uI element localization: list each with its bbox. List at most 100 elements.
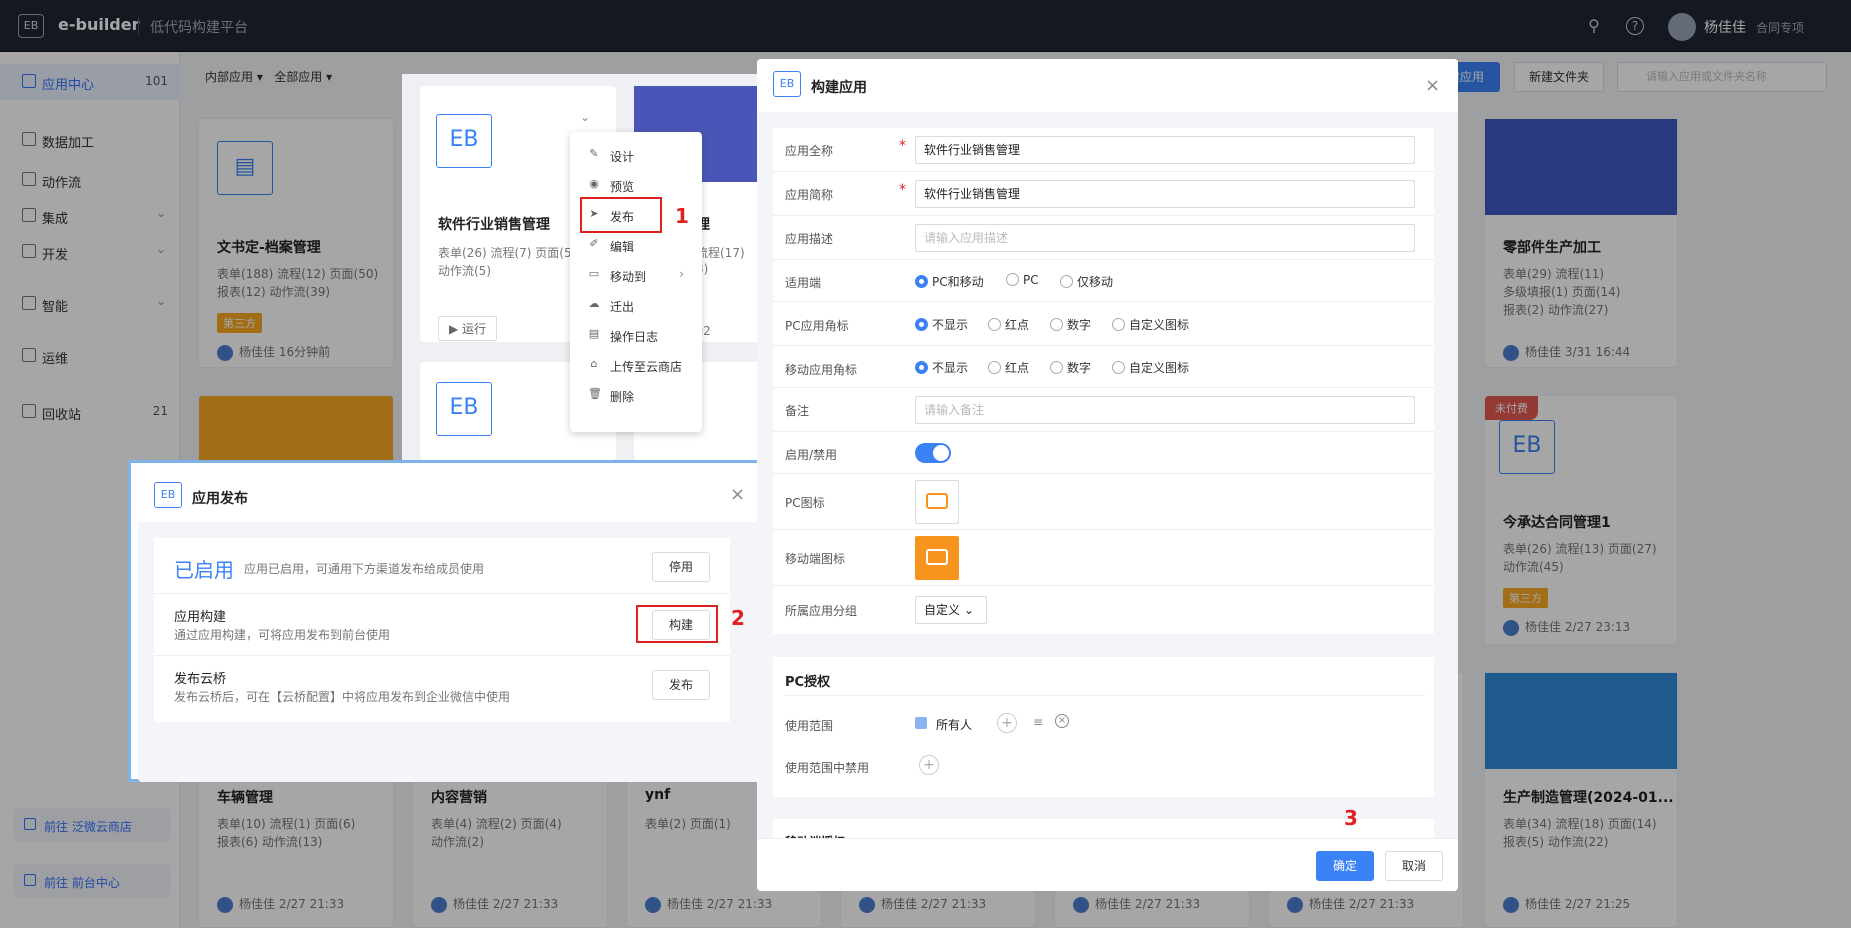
radio-dot bbox=[915, 275, 928, 288]
cloud-icon: ☁ bbox=[588, 297, 600, 310]
clear-icon[interactable]: × bbox=[1055, 714, 1069, 728]
edit-icon: ✐ bbox=[589, 237, 599, 250]
menu-item-label: 移动到 bbox=[610, 270, 647, 284]
app-window: EB e-builder 低代码构建平台 ⚲ ? 杨佳佳 合同专项 应用中心 10… bbox=[0, 0, 1851, 928]
radio-number[interactable]: 数字 bbox=[1050, 359, 1091, 376]
desc-input[interactable]: 请输入应用描述 bbox=[915, 224, 1415, 252]
publish-cloud-button[interactable]: 发布 bbox=[652, 670, 710, 700]
radio-mobile-only[interactable]: 仅移动 bbox=[1060, 273, 1113, 290]
inbox-icon bbox=[926, 549, 948, 565]
radio-pc[interactable]: PC bbox=[1006, 273, 1039, 287]
ban-label: 使用范围中禁用 bbox=[785, 761, 870, 775]
mobile-icon-picker[interactable] bbox=[915, 536, 959, 580]
menu-item-label: 编辑 bbox=[610, 240, 635, 254]
chevron-right-icon: › bbox=[679, 267, 684, 281]
context-menu: ✎ 设计 ◉ 预览 ➤ 发布 ✐ 编辑 ▭ 移动到 › ☁ 迁出 ▤ 操作日志 ⌂ 上传至云商店 … bbox=[570, 132, 702, 432]
pc-auth-panel: PC授权 使用范围 所有人 + ≡ × 使用范围中禁用 + bbox=[773, 657, 1434, 797]
full-name-input[interactable]: 软件行业销售管理 bbox=[915, 136, 1415, 164]
close-icon[interactable]: × bbox=[730, 486, 745, 504]
scope-value: 所有人 bbox=[936, 718, 973, 732]
highlight-box-build bbox=[636, 605, 718, 643]
menu-item-label: 删除 bbox=[610, 390, 635, 404]
radio-no-badge[interactable]: 不显示 bbox=[915, 316, 968, 333]
inbox-icon bbox=[926, 493, 948, 509]
app-logo: EB bbox=[154, 482, 182, 508]
run-button[interactable]: ▶ 运行 bbox=[438, 316, 498, 341]
field-label: PC应用角标 bbox=[785, 319, 849, 333]
cloud-desc: 发布云桥后，可在【云桥配置】中将应用发布到企业微信中使用 bbox=[174, 690, 511, 704]
card-meta: 流程(17) bbox=[696, 246, 745, 260]
radio-no-badge[interactable]: 不显示 bbox=[915, 359, 968, 376]
step-number-3: 3 bbox=[1344, 806, 1358, 830]
form-row-platform: 适用端 PC和移动 PC 仅移动 bbox=[773, 260, 1434, 302]
cloud-title: 发布云桥 bbox=[174, 672, 227, 687]
form-row-remark: 备注 请输入备注 bbox=[773, 388, 1434, 432]
menu-item-upload-store[interactable]: ⌂ 上传至云商店 bbox=[570, 350, 702, 380]
card-meta: 动作流(5) bbox=[438, 264, 491, 278]
step-number-1: 1 bbox=[675, 204, 689, 228]
radio-number[interactable]: 数字 bbox=[1050, 316, 1091, 333]
add-icon[interactable]: + bbox=[997, 713, 1017, 733]
radio-dot bbox=[988, 318, 1001, 331]
disable-button[interactable]: 停用 bbox=[652, 552, 710, 582]
card-title: 软件行业销售管理 bbox=[438, 217, 550, 233]
form-row-mobile-icon: 移动端图标 bbox=[773, 530, 1434, 586]
cloud-row: 发布云桥 发布云桥后，可在【云桥配置】中将应用发布到企业微信中使用 发布 bbox=[154, 656, 730, 722]
radio-custom-icon[interactable]: 自定义图标 bbox=[1112, 316, 1189, 333]
radio-dot bbox=[1112, 361, 1125, 374]
field-label: 移动端图标 bbox=[785, 552, 846, 566]
radio-red-dot[interactable]: 红点 bbox=[988, 359, 1029, 376]
build-desc: 通过应用构建，可将应用发布到前台使用 bbox=[174, 628, 391, 642]
menu-item-export[interactable]: ☁ 迁出 bbox=[570, 290, 702, 320]
menu-item-preview[interactable]: ◉ 预览 bbox=[570, 170, 702, 200]
folder-icon: ▭ bbox=[588, 267, 600, 280]
form-row-enable: 启用/禁用 bbox=[773, 432, 1434, 474]
field-label: 备注 bbox=[785, 404, 810, 418]
radio-label: 红点 bbox=[1005, 318, 1030, 332]
radio-label: 不显示 bbox=[932, 318, 969, 332]
menu-item-move[interactable]: ▭ 移动到 › bbox=[570, 260, 702, 290]
radio-red-dot[interactable]: 红点 bbox=[988, 316, 1029, 333]
field-label: 所属应用分组 bbox=[785, 604, 858, 618]
menu-item-design[interactable]: ✎ 设计 bbox=[570, 140, 702, 170]
radio-dot bbox=[1112, 318, 1125, 331]
field-label: 应用全称 bbox=[785, 144, 834, 158]
menu-item-edit[interactable]: ✐ 编辑 bbox=[570, 230, 702, 260]
menu-item-label: 迁出 bbox=[610, 300, 635, 314]
enable-toggle[interactable] bbox=[915, 443, 951, 463]
chevron-down-icon[interactable]: ⌄ bbox=[580, 110, 590, 124]
radio-label: 自定义图标 bbox=[1129, 318, 1190, 332]
radio-custom-icon[interactable]: 自定义图标 bbox=[1112, 359, 1189, 376]
dialog-title: 应用发布 bbox=[192, 491, 248, 507]
close-icon[interactable]: × bbox=[1425, 77, 1440, 95]
required-mark: * bbox=[899, 138, 906, 154]
radio-dot bbox=[1050, 318, 1063, 331]
pc-icon-picker[interactable] bbox=[915, 480, 959, 524]
menu-item-delete[interactable]: 🗑 删除 bbox=[570, 380, 702, 410]
radio-label: PC bbox=[1023, 273, 1039, 287]
run-label: 运行 bbox=[462, 322, 487, 336]
radio-dot bbox=[1006, 273, 1019, 286]
dialog-title: 构建应用 bbox=[811, 80, 867, 96]
filter-icon[interactable]: ≡ bbox=[1033, 715, 1043, 729]
dialog-footer: 确定 取消 bbox=[757, 838, 1458, 891]
form-row-desc: 应用描述 请输入应用描述 bbox=[773, 216, 1434, 260]
chevron-down-icon: ⌄ bbox=[963, 603, 974, 617]
remark-input[interactable]: 请输入备注 bbox=[915, 396, 1415, 424]
form-row-mobile-badge: 移动应用角标 不显示 红点 数字 自定义图标 bbox=[773, 346, 1434, 388]
short-name-input[interactable]: 软件行业销售管理 bbox=[915, 180, 1415, 208]
add-icon[interactable]: + bbox=[919, 755, 939, 775]
menu-item-log[interactable]: ▤ 操作日志 bbox=[570, 320, 702, 350]
radio-dot bbox=[988, 361, 1001, 374]
eye-icon: ◉ bbox=[589, 177, 599, 190]
scope-label: 使用范围 bbox=[785, 719, 834, 733]
highlight-box-publish bbox=[580, 197, 662, 233]
status-row: 已启用 应用已启用，可通用下方渠道发布给成员使用 停用 bbox=[154, 538, 730, 594]
required-mark: * bbox=[899, 182, 906, 198]
radio-label: 数字 bbox=[1067, 361, 1092, 375]
radio-label: 自定义图标 bbox=[1129, 361, 1190, 375]
group-select[interactable]: 自定义 ⌄ bbox=[915, 596, 987, 624]
cancel-button[interactable]: 取消 bbox=[1385, 851, 1443, 881]
radio-pc-mobile[interactable]: PC和移动 bbox=[915, 273, 984, 290]
confirm-button[interactable]: 确定 bbox=[1316, 851, 1374, 881]
